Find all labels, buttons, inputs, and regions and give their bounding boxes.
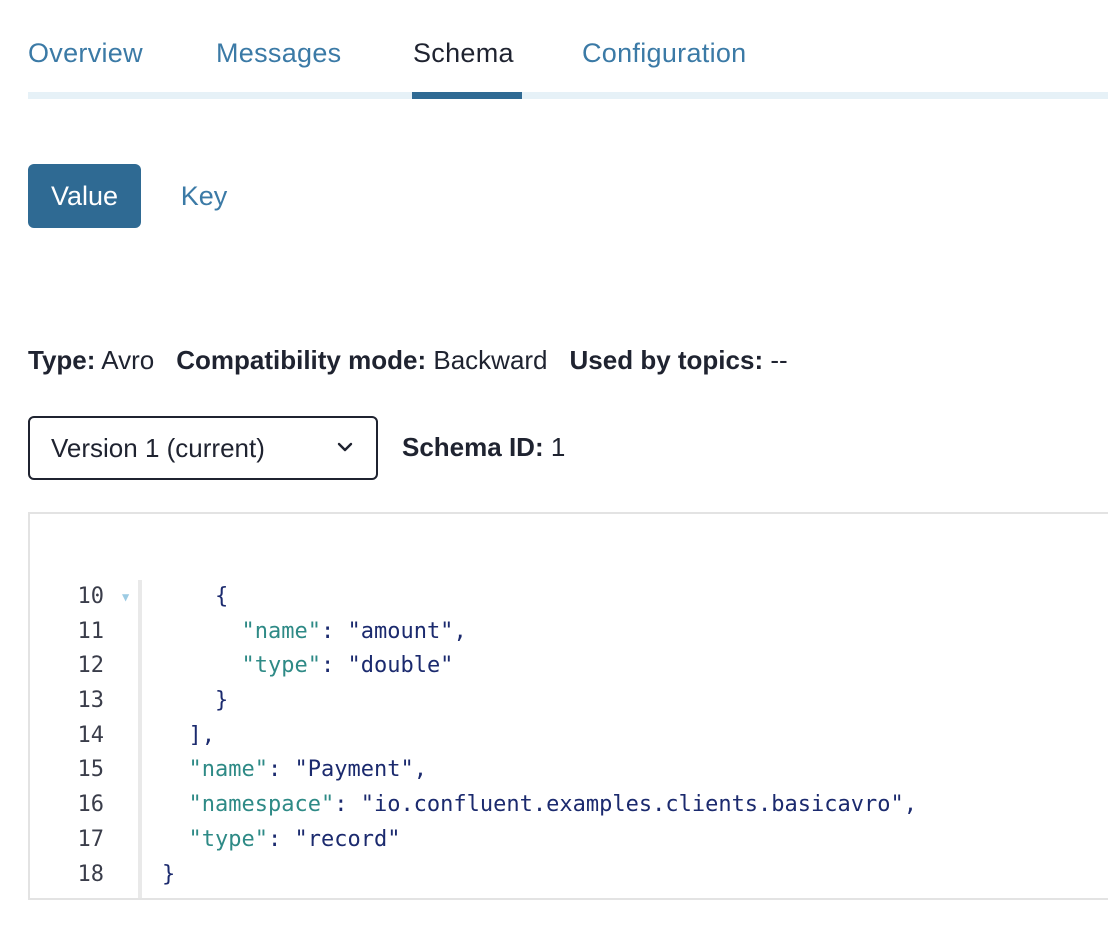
line-number: 17	[77, 826, 105, 852]
line-number: 16	[77, 792, 105, 818]
schema-id-label: Schema ID:	[402, 432, 544, 462]
tab-messages[interactable]: Messages	[216, 38, 341, 69]
chevron-down-icon	[337, 442, 353, 452]
used-by-topics-label: Used by topics:	[569, 345, 764, 375]
schema-id: Schema ID: 1	[402, 432, 565, 463]
line-number: 11	[77, 618, 105, 644]
line-number: 10	[77, 584, 105, 609]
schema-page: Overview Messages Schema Configuration V…	[0, 0, 1108, 942]
schema-id-value: 1	[550, 432, 566, 462]
line-number: 14	[77, 722, 105, 748]
code-text: ],	[188, 722, 216, 748]
version-select[interactable]: Version 1 (current)	[28, 416, 378, 480]
tabs-rail	[28, 92, 1108, 99]
line-number: 18	[77, 861, 105, 887]
active-tab-indicator	[412, 92, 522, 99]
code-text: "type": "double"	[241, 653, 454, 679]
schema-code-viewer[interactable]: 10 ▼ {11 "name": "amount", 12 "type": "dou…	[28, 512, 1108, 900]
value-toggle-button[interactable]: Value	[28, 164, 141, 228]
type-label: Type:	[28, 345, 96, 375]
topic-tabs: Overview Messages Schema Configuration	[28, 0, 1108, 100]
type-value: Avro	[101, 345, 155, 375]
tab-configuration[interactable]: Configuration	[582, 38, 747, 69]
tab-overview[interactable]: Overview	[28, 38, 143, 69]
code-text: "namespace": "io.confluent.examples.clie…	[188, 792, 918, 818]
line-number: 13	[77, 688, 105, 714]
line-number: 15	[77, 757, 105, 783]
compatibility-value: Backward	[433, 345, 548, 375]
used-by-topics-value: --	[770, 345, 788, 375]
line-number: 12	[77, 653, 105, 679]
compatibility-label: Compatibility mode:	[176, 345, 427, 375]
code-text: }	[214, 688, 229, 714]
code-text: {	[214, 584, 229, 609]
key-toggle-button[interactable]: Key	[168, 164, 240, 228]
code-text: "name": "amount",	[241, 618, 467, 644]
version-select-value: Version 1 (current)	[51, 432, 265, 463]
schema-meta: Type: Avro Compatibility mode: Backward Us…	[28, 345, 788, 376]
code-text: "name": "Payment",	[188, 757, 427, 783]
code-text: }	[162, 861, 176, 887]
fold-triangle-icon[interactable]: ▼	[122, 580, 129, 615]
tab-schema[interactable]: Schema	[413, 38, 514, 69]
gutter-divider	[138, 580, 142, 898]
code-text: "type": "record"	[188, 826, 401, 852]
